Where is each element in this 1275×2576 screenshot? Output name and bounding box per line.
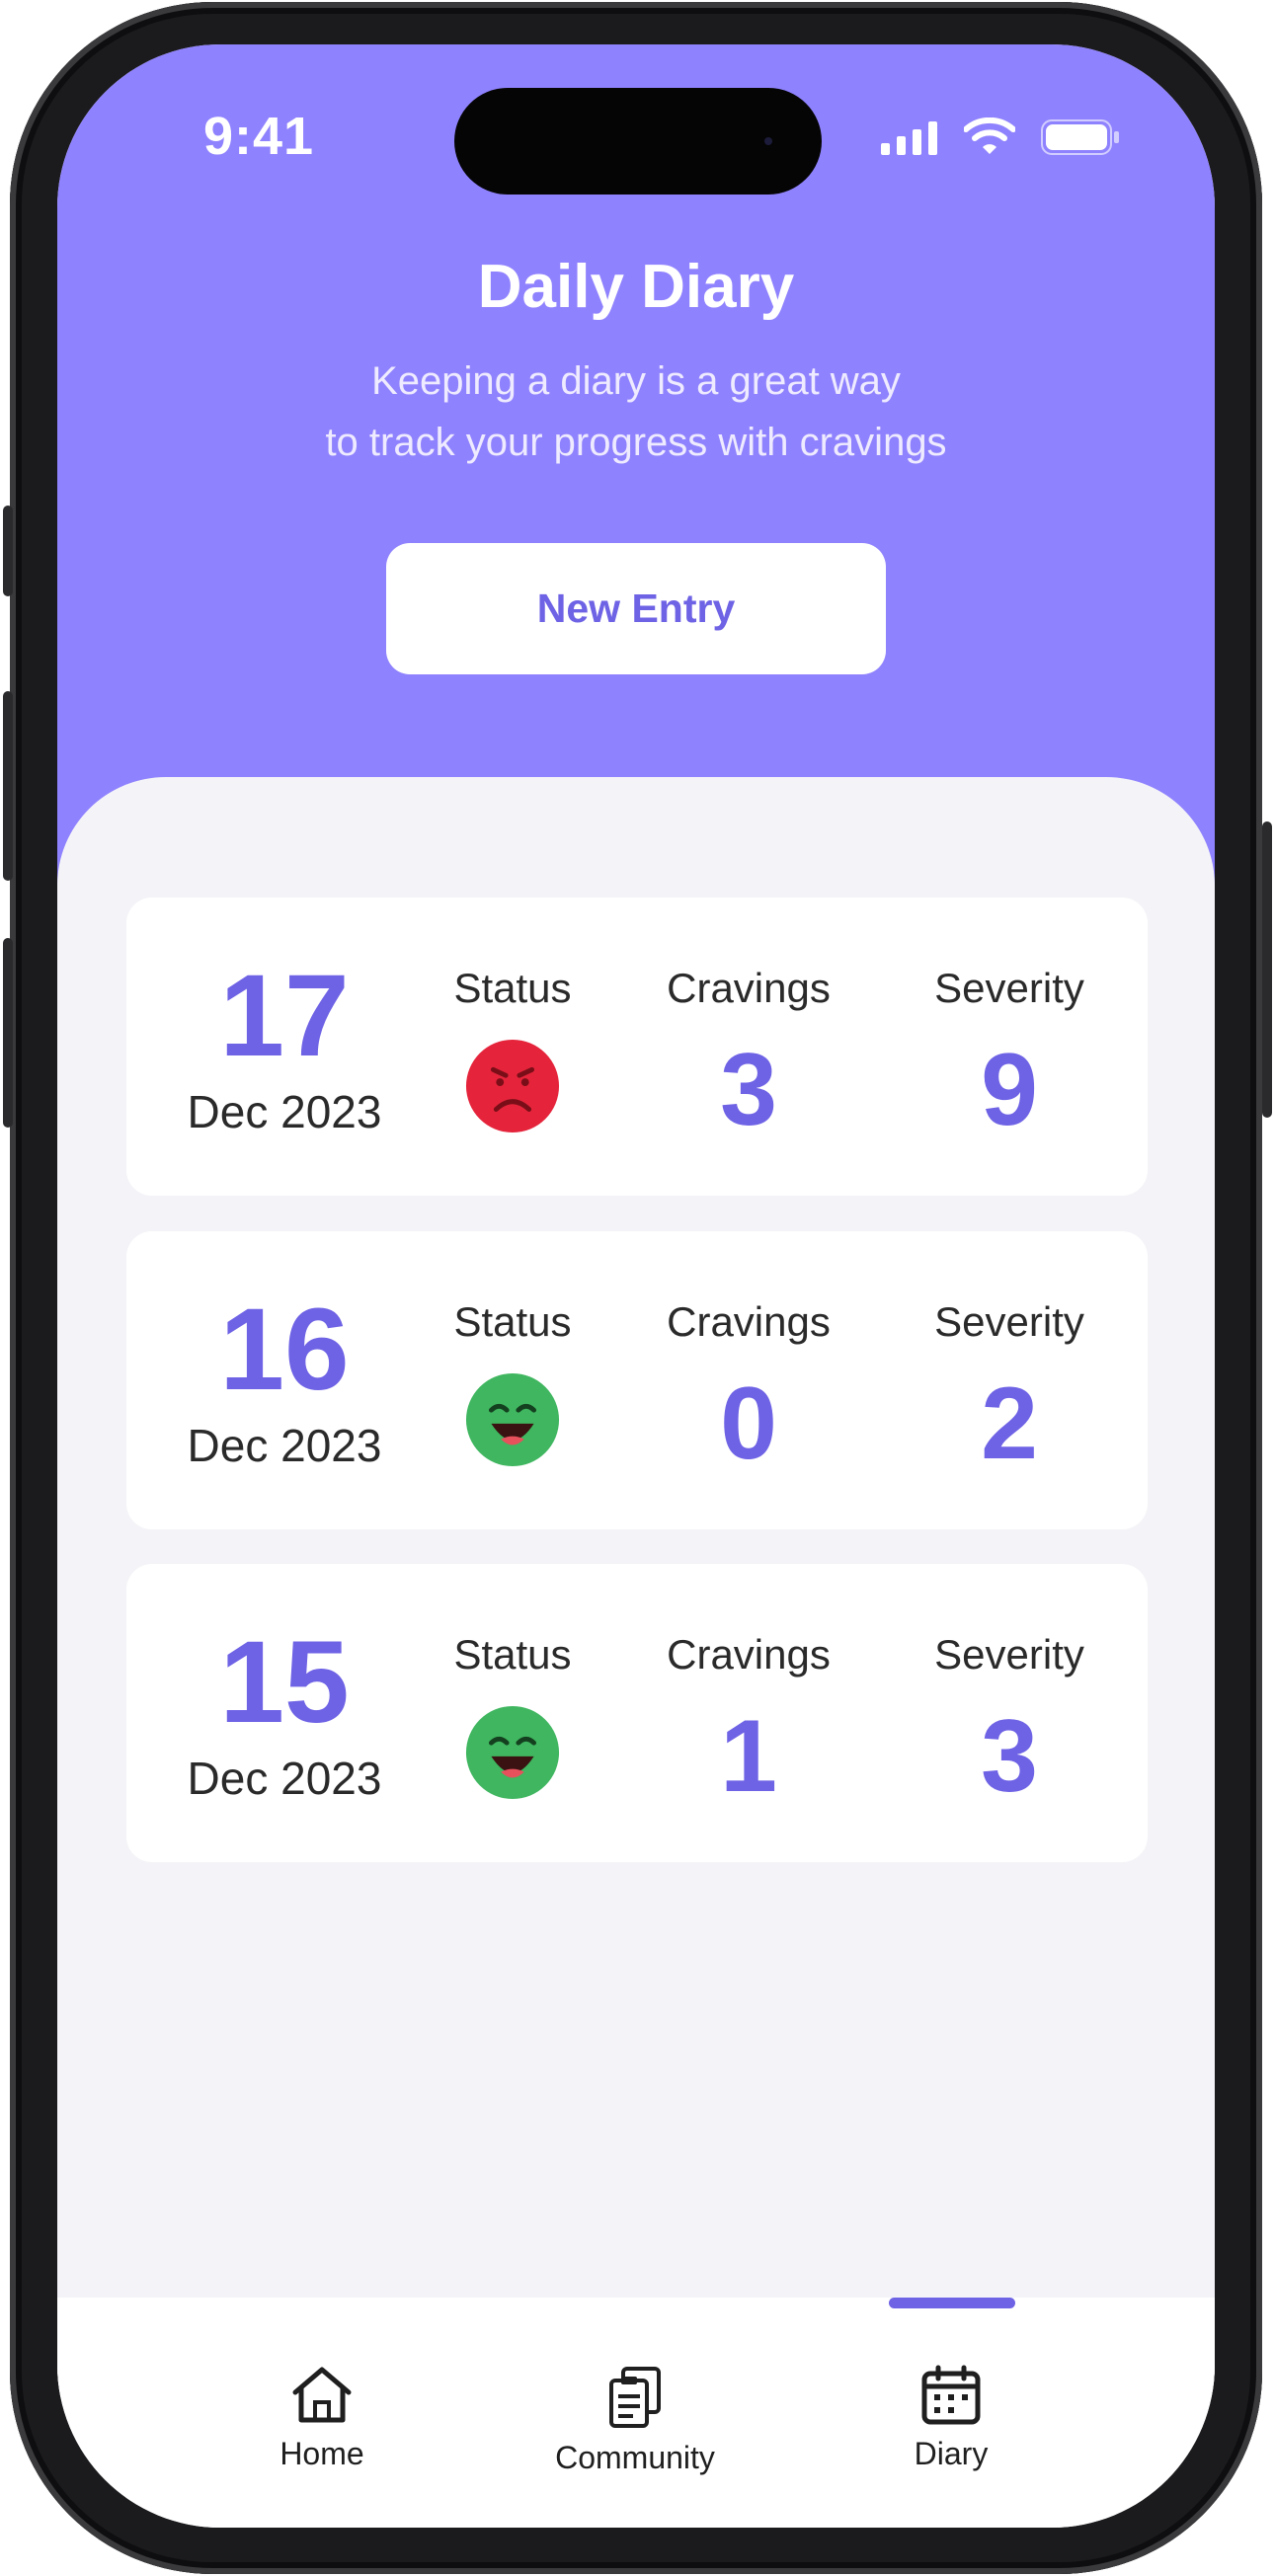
tab-bar: Home Community Diary (57, 2298, 1215, 2528)
page-title: Daily Diary (477, 253, 795, 321)
status-label: Status (453, 1298, 572, 1345)
battery-icon (1041, 119, 1119, 155)
entry-day: 16 (219, 1285, 350, 1415)
volume-down-button (3, 938, 13, 1128)
clipboard-icon (609, 2367, 661, 2428)
diary-entry-card[interactable]: 17 Dec 2023 Status Cravings 3 Severity 9 (126, 898, 1148, 1196)
power-button (1262, 821, 1272, 1118)
signal-icon (881, 121, 937, 155)
cravings-label: Cravings (667, 965, 831, 1011)
entries-sheet: 17 Dec 2023 Status Cravings 3 Severity 9… (57, 777, 1215, 2396)
wifi-icon (964, 117, 1015, 154)
home-icon (292, 2367, 352, 2423)
subtitle-line-2: to track your progress with cravings (325, 421, 947, 464)
status-time: 9:41 (203, 107, 315, 166)
status-label: Status (453, 1631, 572, 1678)
entry-month-year: Dec 2023 (187, 1753, 382, 1804)
happy-face-icon (465, 1372, 560, 1467)
calendar-icon (921, 2365, 981, 2425)
app-screen: 9:41 Daily Diary Keeping a diary is a gr… (57, 44, 1215, 2528)
diary-entry-card[interactable]: 16 Dec 2023 Status Cravings 0 Severity 2 (126, 1231, 1148, 1529)
entry-day: 17 (219, 951, 350, 1081)
cravings-value: 3 (720, 1033, 777, 1147)
severity-label: Severity (934, 1631, 1084, 1678)
entry-day: 15 (219, 1617, 350, 1748)
tab-diary-label: Diary (914, 2436, 989, 2471)
cravings-label: Cravings (667, 1298, 831, 1345)
severity-label: Severity (934, 965, 1084, 1011)
new-entry-button[interactable]: New Entry (386, 543, 886, 674)
severity-value: 2 (981, 1366, 1038, 1481)
action-button (3, 506, 13, 596)
page-subtitle: Keeping a diary is a great way to track … (57, 351, 1215, 473)
tab-diary[interactable]: Diary (823, 2365, 1079, 2503)
tab-community[interactable]: Community (507, 2365, 763, 2503)
tab-home-label: Home (279, 2436, 364, 2471)
severity-label: Severity (934, 1298, 1084, 1345)
active-tab-indicator (889, 2298, 1015, 2308)
sad-face-icon (465, 1039, 560, 1133)
cravings-label: Cravings (667, 1631, 831, 1678)
entry-month-year: Dec 2023 (187, 1420, 382, 1471)
severity-value: 3 (981, 1699, 1038, 1814)
diary-entry-card[interactable]: 15 Dec 2023 Status Cravings 1 Severity 3 (126, 1564, 1148, 1862)
status-label: Status (453, 965, 572, 1011)
volume-up-button (3, 691, 13, 881)
tab-home[interactable]: Home (194, 2365, 450, 2503)
severity-value: 9 (981, 1033, 1038, 1147)
subtitle-line-1: Keeping a diary is a great way (371, 359, 901, 403)
dynamic-island (454, 88, 822, 195)
cravings-value: 1 (720, 1699, 777, 1814)
tab-community-label: Community (555, 2440, 715, 2475)
happy-face-icon (465, 1705, 560, 1800)
entry-month-year: Dec 2023 (187, 1086, 382, 1137)
status-icons (881, 116, 1120, 155)
cravings-value: 0 (720, 1366, 777, 1481)
